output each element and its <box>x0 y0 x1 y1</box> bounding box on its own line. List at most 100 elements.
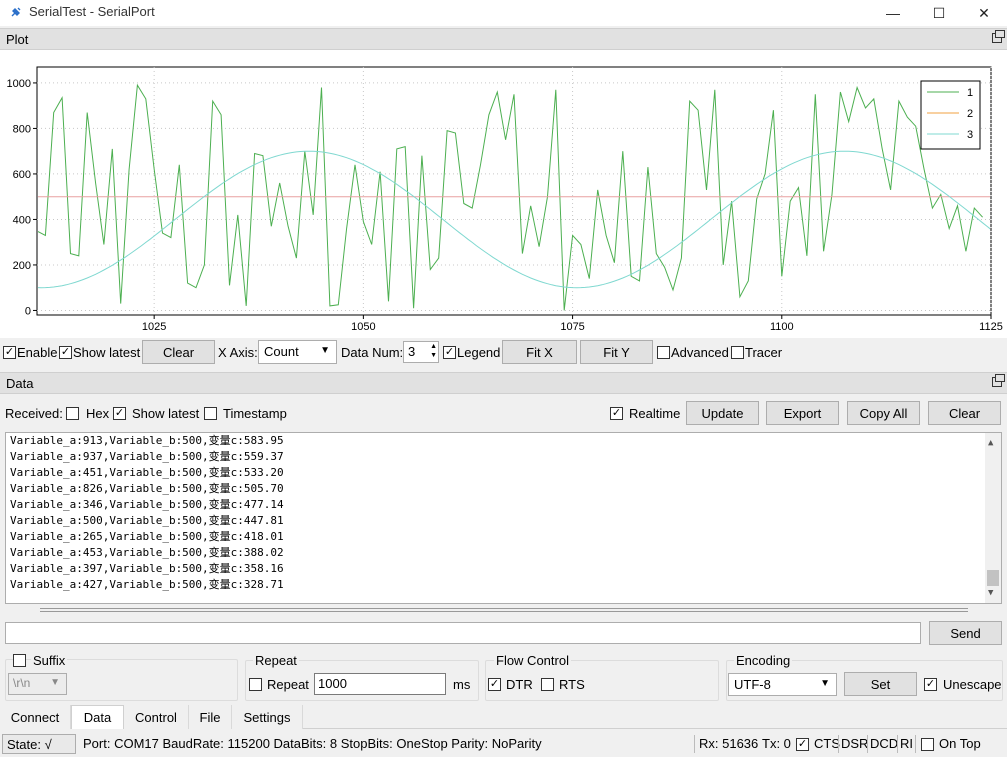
port-info: Port: COM17 BaudRate: 115200 DataBits: 8… <box>83 736 542 751</box>
encoding-set-button[interactable]: Set <box>844 672 917 696</box>
unescape-checkbox[interactable]: ✓ <box>924 678 937 691</box>
x-tick-label: 1025 <box>142 321 166 333</box>
legend-label: 3 <box>967 129 973 141</box>
suffix-label: Suffix <box>31 653 68 668</box>
legend-checkbox[interactable]: ✓ <box>443 346 456 359</box>
vertical-scrollbar[interactable]: ▲ ▼ <box>985 433 1001 603</box>
dtr-checkbox[interactable]: ✓ <box>488 678 501 691</box>
advanced-checkbox[interactable] <box>657 346 670 359</box>
chevron-down-icon: ▼ <box>50 677 60 688</box>
tracer-checkbox[interactable] <box>731 346 744 359</box>
repeat-interval-input[interactable]: 1000 <box>314 673 446 695</box>
status-separator <box>838 735 839 753</box>
realtime-checkbox[interactable]: ✓ <box>610 407 623 420</box>
x-tick-label: 1100 <box>770 321 794 333</box>
timestamp-checkbox[interactable] <box>204 407 217 420</box>
fit-x-button[interactable]: Fit X <box>502 340 577 364</box>
tab-file[interactable]: File <box>189 705 232 729</box>
encoding-value: UTF-8 <box>734 677 771 692</box>
status-separator <box>915 735 916 753</box>
send-input[interactable] <box>5 622 921 644</box>
advanced-label: Advanced <box>671 345 729 360</box>
status-separator <box>897 735 898 753</box>
hex-checkbox[interactable] <box>66 407 79 420</box>
scroll-up-icon[interactable]: ▲ <box>988 435 993 451</box>
rts-checkbox[interactable] <box>541 678 554 691</box>
y-tick-label: 1000 <box>7 78 31 90</box>
tab-data[interactable]: Data <box>71 705 124 729</box>
tab-control[interactable]: Control <box>124 705 189 729</box>
data-num-value: 3 <box>408 344 416 359</box>
copy-all-button[interactable]: Copy All <box>847 401 920 425</box>
chevron-down-icon: ▼ <box>320 345 330 356</box>
y-tick-label: 600 <box>13 169 31 181</box>
data-num-label: Data Num: <box>341 345 404 360</box>
hex-label: Hex <box>86 406 110 421</box>
on-top-checkbox[interactable] <box>921 738 934 751</box>
maximize-button[interactable]: ☐ <box>916 0 962 26</box>
plot-area[interactable]: 1025 1050 1075 1100 1125 0 200 400 600 800 1000 1 2 3 <box>0 50 1007 338</box>
repeat-checkbox[interactable] <box>249 678 262 691</box>
update-button[interactable]: Update <box>686 401 759 425</box>
line-chart[interactable]: 1025 1050 1075 1100 1125 0 200 400 600 800 1000 1 2 3 <box>0 50 1007 338</box>
data-line: Variable_a:500,Variable_b:500,变量c:447.81 <box>10 514 284 527</box>
tab-connect[interactable]: Connect <box>0 705 71 729</box>
received-data-text[interactable]: Variable_a:913,Variable_b:500,变量c:583.95… <box>5 432 1002 604</box>
suffix-checkbox[interactable] <box>13 654 26 667</box>
title-bar: SerialTest - SerialPort — ☐ ✕ <box>0 0 1007 26</box>
rts-label: RTS <box>559 677 585 692</box>
x-axis-value: Count <box>264 344 299 359</box>
connection-state[interactable]: State: √ <box>2 734 76 754</box>
x-tick-label: 1075 <box>560 321 584 333</box>
splitter-handle[interactable] <box>40 608 968 612</box>
data-line: Variable_a:451,Variable_b:500,变量c:533.20 <box>10 466 284 479</box>
x-tick-label: 1125 <box>979 321 1003 333</box>
suffix-select[interactable]: \r\n ▼ <box>8 673 67 695</box>
chevron-down-icon: ▼ <box>820 678 830 689</box>
data-line: Variable_a:913,Variable_b:500,变量c:583.95 <box>10 434 284 447</box>
window-title: SerialTest - SerialPort <box>29 4 155 19</box>
show-latest-checkbox[interactable]: ✓ <box>59 346 72 359</box>
dsr-label: DSR <box>841 736 869 751</box>
encoding-label: Encoding <box>734 653 793 668</box>
scroll-down-icon[interactable]: ▼ <box>988 585 993 601</box>
unescape-label: Unescape <box>943 677 1002 692</box>
data-panel-title: Data <box>6 376 34 391</box>
fit-y-button[interactable]: Fit Y <box>580 340 653 364</box>
on-top-label: On Top <box>939 736 981 751</box>
scrollbar-thumb[interactable] <box>987 570 999 586</box>
data-show-latest-checkbox[interactable]: ✓ <box>113 407 126 420</box>
float-panel-icon[interactable] <box>992 30 1005 43</box>
cts-label: CTS <box>814 736 840 751</box>
timestamp-label: Timestamp <box>223 406 287 421</box>
plot-clear-button[interactable]: Clear <box>142 340 215 364</box>
show-latest-label: Show latest <box>73 345 141 360</box>
encoding-select[interactable]: UTF-8 ▼ <box>728 673 837 696</box>
repeat-unit: ms <box>453 677 471 692</box>
spin-arrows-icon[interactable]: ▲ ▼ <box>430 342 437 360</box>
data-line: Variable_a:826,Variable_b:500,变量c:505.70 <box>10 482 284 495</box>
close-button[interactable]: ✕ <box>961 0 1007 26</box>
cts-indicator: ✓ <box>796 738 809 751</box>
tab-settings[interactable]: Settings <box>232 705 303 729</box>
flow-control-label: Flow Control <box>494 653 571 668</box>
export-button[interactable]: Export <box>766 401 839 425</box>
enable-checkbox[interactable]: ✓ <box>3 346 16 359</box>
plot-panel-header: Plot <box>0 28 1007 50</box>
data-num-spinbox[interactable]: 3 ▲ ▼ <box>403 341 439 363</box>
minimize-button[interactable]: — <box>870 0 916 26</box>
bottom-tab-bar: Connect Data Control File Settings <box>0 705 1007 729</box>
status-bar: State: √ Port: COM17 BaudRate: 115200 Da… <box>0 731 1007 757</box>
y-tick-label: 200 <box>13 260 31 272</box>
x-axis-select[interactable]: Count ▼ <box>258 340 337 364</box>
send-button[interactable]: Send <box>929 621 1002 645</box>
float-panel-icon[interactable] <box>992 374 1005 387</box>
data-panel-header: Data <box>0 372 1007 394</box>
repeat-group-label: Repeat <box>253 653 299 668</box>
status-separator <box>694 735 695 753</box>
dtr-label: DTR <box>506 677 533 692</box>
data-clear-button[interactable]: Clear <box>928 401 1001 425</box>
data-line: Variable_a:453,Variable_b:500,变量c:388.02 <box>10 546 284 559</box>
status-separator <box>867 735 868 753</box>
y-tick-label: 400 <box>13 214 31 226</box>
